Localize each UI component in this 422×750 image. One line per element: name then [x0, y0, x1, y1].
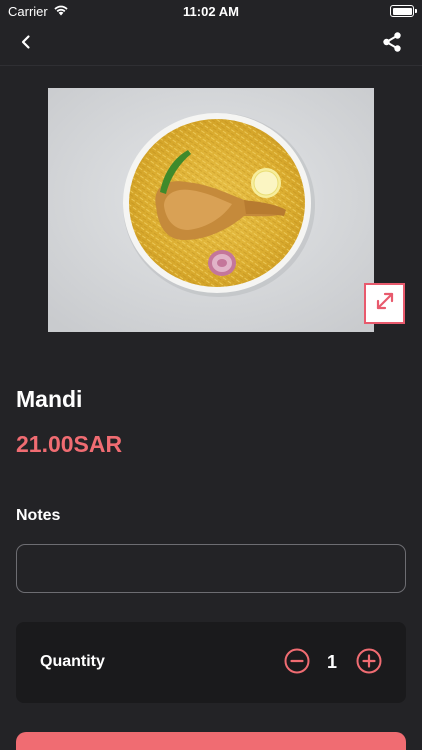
plus-circle-icon: [356, 648, 382, 679]
chevron-left-icon: [19, 34, 33, 55]
quantity-card: Quantity 1: [16, 622, 406, 703]
navigation-bar: [0, 22, 422, 66]
quantity-value: 1: [326, 652, 337, 672]
minus-circle-icon: [284, 648, 310, 679]
share-button[interactable]: [378, 30, 406, 58]
increase-quantity-button[interactable]: [356, 648, 382, 679]
expand-image-button[interactable]: [364, 283, 405, 324]
status-bar: Carrier 11:02 AM: [0, 0, 422, 22]
product-name: Mandi: [16, 386, 83, 412]
back-button[interactable]: [12, 30, 40, 58]
status-left: Carrier: [8, 4, 69, 19]
quantity-label: Quantity: [40, 653, 105, 670]
share-icon: [381, 31, 403, 58]
carrier-label: Carrier: [8, 3, 48, 19]
add-to-cart-button[interactable]: [16, 732, 406, 750]
battery-icon: [390, 5, 417, 17]
decrease-quantity-button[interactable]: [284, 648, 310, 679]
notes-input[interactable]: [16, 544, 406, 593]
product-image: [48, 88, 374, 332]
expand-icon: [374, 290, 396, 317]
notes-label: Notes: [16, 507, 61, 524]
wifi-icon: [53, 4, 69, 19]
product-price: 21.00SAR: [16, 431, 123, 457]
